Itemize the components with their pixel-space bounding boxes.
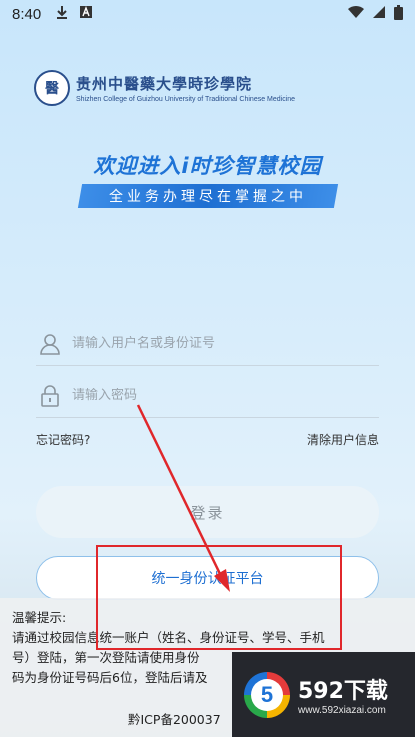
forgot-password-link[interactable]: 忘记密码? [36,431,90,448]
notice-line: 请通过校园信息统一账户（姓名、身份证号、学号、手机 [12,630,325,645]
lock-icon [38,384,62,408]
status-time: 8:40 [12,5,42,23]
watermark-logo-icon: 5 [244,671,290,718]
identity-platform-button[interactable]: 统一身份认证平台 [36,556,379,600]
clear-user-info-link[interactable]: 清除用户信息 [307,431,379,448]
status-bar: 8:40 [0,0,415,28]
school-name: 贵州中醫藥大學時珍學院 Shizhen College of Guizhou U… [76,73,295,103]
signal-icon [372,5,386,23]
password-input[interactable] [72,388,352,403]
school-name-cn: 贵州中醫藥大學時珍學院 [76,75,253,93]
form-links: 忘记密码? 清除用户信息 [36,431,379,448]
welcome-title: 欢迎进入i时珍智慧校园 [93,154,322,178]
a-notification-icon [79,5,93,23]
site-watermark: 5 592下载 www.592xiazai.com [232,652,415,737]
battery-icon [394,4,403,24]
icp-number: 黔ICP备200037 [128,712,221,727]
password-row [36,374,379,418]
slogan-banner: 全业务办理尽在掌握之中 [77,184,339,208]
school-seal-icon: 醫 [34,70,70,106]
notice-title: 温馨提示: [12,610,67,625]
username-input[interactable] [72,336,352,351]
download-icon [55,5,69,23]
wifi-icon [348,5,364,23]
user-icon [38,332,62,356]
watermark-url: www.592xiazai.com [298,705,386,716]
username-row [36,322,379,366]
slogan-text: 全业务办理尽在掌握之中 [109,189,307,205]
watermark-name: 592下载 [298,679,388,704]
login-button[interactable]: 登录 [36,486,379,538]
school-name-en: Shizhen College of Guizhou University of… [76,96,296,103]
school-logo: 醫 贵州中醫藥大學時珍學院 Shizhen College of Guizhou… [34,70,295,106]
